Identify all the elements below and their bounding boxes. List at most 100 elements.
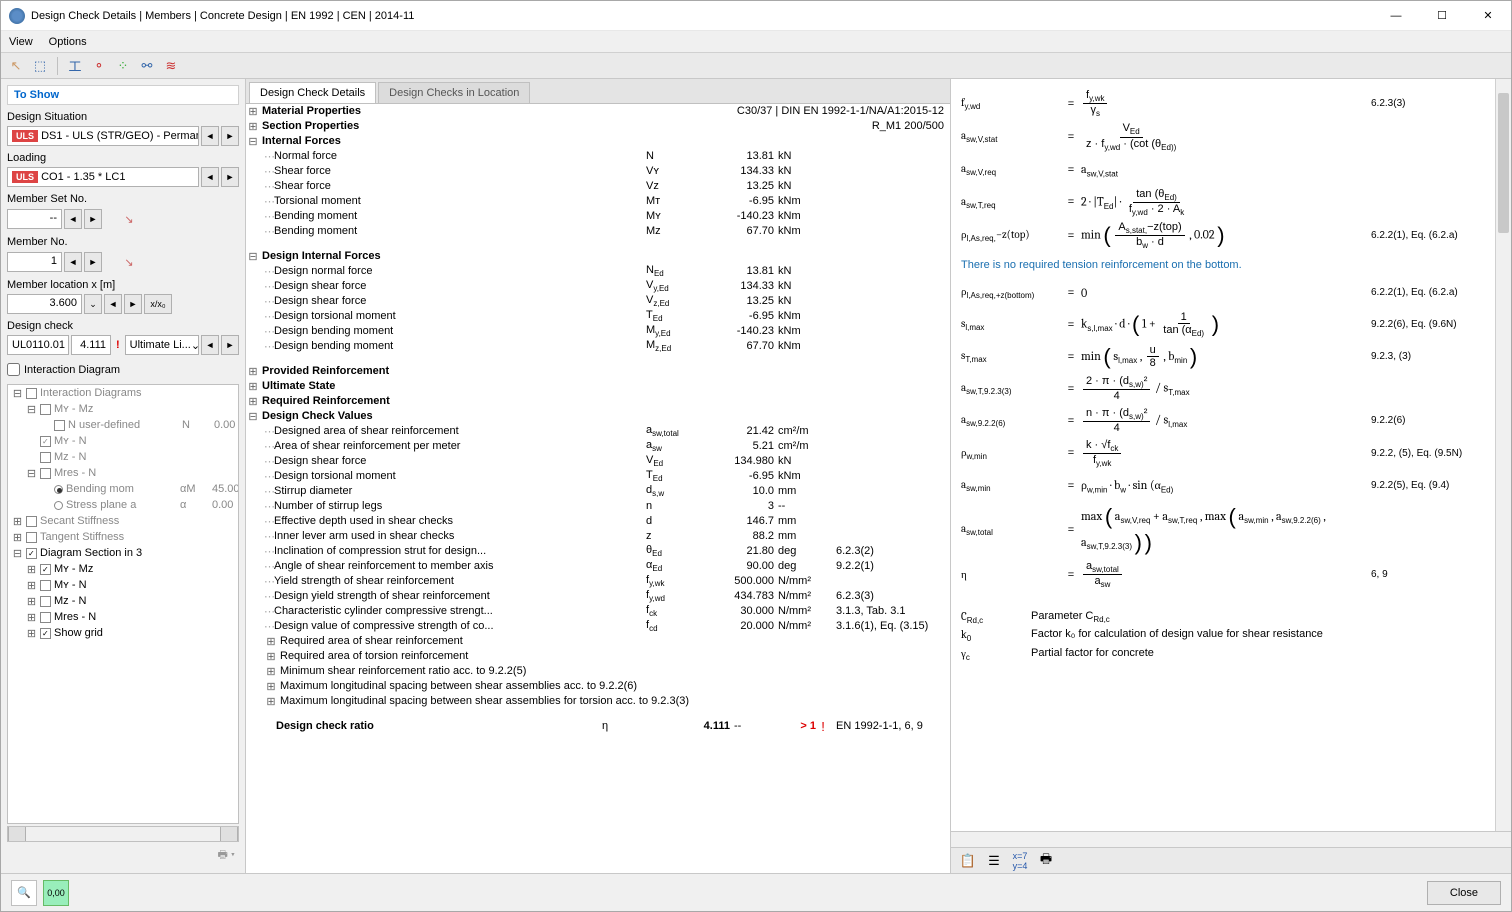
- formula-hscroll[interactable]: [951, 831, 1511, 847]
- close-button[interactable]: ✕: [1465, 1, 1511, 31]
- formula-print-icon[interactable]: 🖶: [1035, 850, 1057, 872]
- grid-data-row[interactable]: ⋯Designed area of shear reinforcementasw…: [246, 424, 950, 439]
- grid-data-row[interactable]: ⋯Design torsional momentTEd-6.95kNm: [246, 469, 950, 484]
- tree-item[interactable]: ⊟Diagram Section in 3: [8, 545, 239, 561]
- grid-data-row[interactable]: ⋯Design shear forceVz,Ed13.25kN: [246, 294, 950, 309]
- location-xx0-button[interactable]: x/x₀: [144, 294, 172, 314]
- tree-item[interactable]: ⊞Mᴢ - N: [8, 593, 239, 609]
- grid-data-row[interactable]: ⋯Yield strength of shear reinforcementfy…: [246, 574, 950, 589]
- memberno-pick-icon[interactable]: ↘: [118, 251, 140, 273]
- tree-item[interactable]: Mʏ - N: [8, 433, 239, 449]
- foot-decimal-icon[interactable]: 0,00: [43, 880, 69, 906]
- tree-item[interactable]: ⊞Tangent Stiffness: [8, 529, 239, 545]
- minimize-button[interactable]: —: [1373, 1, 1419, 31]
- tree-item[interactable]: ⊟Mres - N: [8, 465, 239, 481]
- tree-item[interactable]: ⊞Mʏ - Mᴢ: [8, 561, 239, 577]
- tree-item[interactable]: ⊟Interaction Diagrams: [8, 385, 239, 401]
- memberno-label: Member No.: [7, 236, 239, 248]
- location-next-button[interactable]: ►: [124, 294, 142, 314]
- maximize-button[interactable]: ☐: [1419, 1, 1465, 31]
- memberset-next-button[interactable]: ►: [84, 209, 102, 229]
- grid-data-row[interactable]: ⋯Shear forceVᴢ13.25kN: [246, 179, 950, 194]
- tool-link-icon[interactable]: ⚯: [136, 55, 158, 77]
- tool-select-icon[interactable]: ⬚: [29, 55, 51, 77]
- check-code-field[interactable]: UL0110.01: [7, 335, 69, 355]
- grid-data-row[interactable]: ⋯Torsional momentMᴛ-6.95kNm: [246, 194, 950, 209]
- print-icon[interactable]: 🖶 ▾: [1, 842, 245, 869]
- tree-hscroll[interactable]: [7, 826, 239, 842]
- formula-vscroll[interactable]: [1495, 79, 1511, 831]
- diagram-tree[interactable]: ⊟Interaction Diagrams⊟Mʏ - MᴢN user-defi…: [7, 384, 239, 824]
- location-field[interactable]: 3.600: [7, 294, 82, 314]
- tree-item[interactable]: ⊞Show grid: [8, 625, 239, 641]
- tree-item[interactable]: Stress plane aα0.00de: [8, 497, 239, 513]
- tree-item[interactable]: N user-definedN0.00kN: [8, 417, 239, 433]
- formula-xy-icon[interactable]: x=7y=4: [1009, 850, 1031, 872]
- grid-data-row[interactable]: ⋯Stirrup diameterds,w10.0mm: [246, 484, 950, 499]
- grid-data-row[interactable]: ⋯Angle of shear reinforcement to member …: [246, 559, 950, 574]
- tool-section-icon[interactable]: 工: [64, 55, 86, 77]
- grid-data-row[interactable]: ⋯Number of stirrup legsn3--: [246, 499, 950, 514]
- tree-item[interactable]: ⊞Secant Stiffness: [8, 513, 239, 529]
- grid-data-row[interactable]: ⋯Design bending momentMy,Ed-140.23kNm: [246, 324, 950, 339]
- grid-data-row[interactable]: ⋯Design shear forceVEd134.980kN: [246, 454, 950, 469]
- app-icon: [9, 8, 25, 24]
- grid-data-row[interactable]: ⋯Bending momentMᴢ67.70kNm: [246, 224, 950, 239]
- grid-data-row[interactable]: ⋯Design yield strength of shear reinforc…: [246, 589, 950, 604]
- situation-prev-button[interactable]: ◄: [201, 126, 219, 146]
- check-next-button[interactable]: ►: [221, 335, 239, 355]
- tree-item[interactable]: Bending momαM45.00de: [8, 481, 239, 497]
- memberno-next-button[interactable]: ►: [84, 252, 102, 272]
- grid-data-row[interactable]: ⋯Normal forceN13.81kN: [246, 149, 950, 164]
- menu-view[interactable]: View: [9, 36, 33, 48]
- close-dialog-button[interactable]: Close: [1427, 881, 1501, 905]
- grid-data-row[interactable]: ⋯Design shear forceVy,Ed134.33kN: [246, 279, 950, 294]
- grid-data-row[interactable]: ⋯Bending momentMʏ-140.23kNm: [246, 209, 950, 224]
- param-row: CRd,cParameter CRd,c: [961, 610, 1501, 625]
- foot-search-icon[interactable]: 🔍: [11, 880, 37, 906]
- loading-next-button[interactable]: ►: [221, 167, 239, 187]
- situation-next-button[interactable]: ►: [221, 126, 239, 146]
- grid-body[interactable]: ⊞Material PropertiesC30/37 | DIN EN 1992…: [246, 104, 950, 873]
- memberset-pick-icon[interactable]: ↘: [118, 208, 140, 230]
- grid-data-row[interactable]: ⋯Effective depth used in shear checksd14…: [246, 514, 950, 529]
- grid-data-row[interactable]: ⋯Design torsional momentTEd-6.95kNm: [246, 309, 950, 324]
- grid-data-row[interactable]: ⋯Shear forceVʏ134.33kN: [246, 164, 950, 179]
- check-prev-button[interactable]: ◄: [201, 335, 219, 355]
- memberno-field[interactable]: 1: [7, 252, 62, 272]
- location-prev-button[interactable]: ◄: [104, 294, 122, 314]
- tree-item[interactable]: ⊟Mʏ - Mᴢ: [8, 401, 239, 417]
- formula-row: asw,V,stat=VEdz · fy,wd · (cot (θEd)): [961, 122, 1501, 151]
- design-situation-field[interactable]: ULS DS1 - ULS (STR/GEO) - Permane...: [7, 126, 199, 146]
- formula-row: ρw,min=k · √fckfy,wk9.2.2, (5), Eq. (9.5…: [961, 439, 1501, 468]
- tree-item[interactable]: Mᴢ - N: [8, 449, 239, 465]
- tree-item[interactable]: ⊞Mʏ - N: [8, 577, 239, 593]
- grid-data-row[interactable]: ⋯Inclination of compression strut for de…: [246, 544, 950, 559]
- grid-data-row[interactable]: ⋯Characteristic cylinder compressive str…: [246, 604, 950, 619]
- design-situation-label: Design Situation: [7, 111, 239, 123]
- grid-data-row[interactable]: ⋯Inner lever arm used in shear checksz88…: [246, 529, 950, 544]
- tool-joint-icon[interactable]: ⚬: [88, 55, 110, 77]
- grid-data-row[interactable]: ⋯Design normal forceNEd13.81kN: [246, 264, 950, 279]
- loading-field[interactable]: ULS CO1 - 1.35 * LC1: [7, 167, 199, 187]
- interaction-checkbox[interactable]: [7, 363, 20, 376]
- tool-arrow-icon[interactable]: ↖: [5, 55, 27, 77]
- tab-details[interactable]: Design Check Details: [249, 82, 376, 103]
- grid-data-row[interactable]: ⋯Design value of compressive strength of…: [246, 619, 950, 634]
- tool-member-icon[interactable]: ≋: [160, 55, 182, 77]
- grid-data-row[interactable]: ⋯Area of shear reinforcement per meteras…: [246, 439, 950, 454]
- memberset-prev-button[interactable]: ◄: [64, 209, 82, 229]
- location-dropdown-button[interactable]: ⌄: [84, 294, 102, 314]
- check-type-field[interactable]: Ultimate Li... ⌄: [125, 335, 199, 355]
- tool-nodes-icon[interactable]: ⁘: [112, 55, 134, 77]
- memberno-prev-button[interactable]: ◄: [64, 252, 82, 272]
- loading-prev-button[interactable]: ◄: [201, 167, 219, 187]
- formula-body[interactable]: fy,wd=fy,wkγs6.2.3(3)asw,V,stat=VEdz · f…: [951, 79, 1511, 831]
- tab-location[interactable]: Design Checks in Location: [378, 82, 530, 103]
- grid-data-row[interactable]: ⋯Design bending momentMz,Ed67.70kNm: [246, 339, 950, 354]
- menu-options[interactable]: Options: [49, 36, 87, 48]
- tree-item[interactable]: ⊞Mres - N: [8, 609, 239, 625]
- formula-copy-icon[interactable]: 📋: [957, 850, 979, 872]
- formula-list-icon[interactable]: ☰: [983, 850, 1005, 872]
- memberset-field[interactable]: --: [7, 209, 62, 229]
